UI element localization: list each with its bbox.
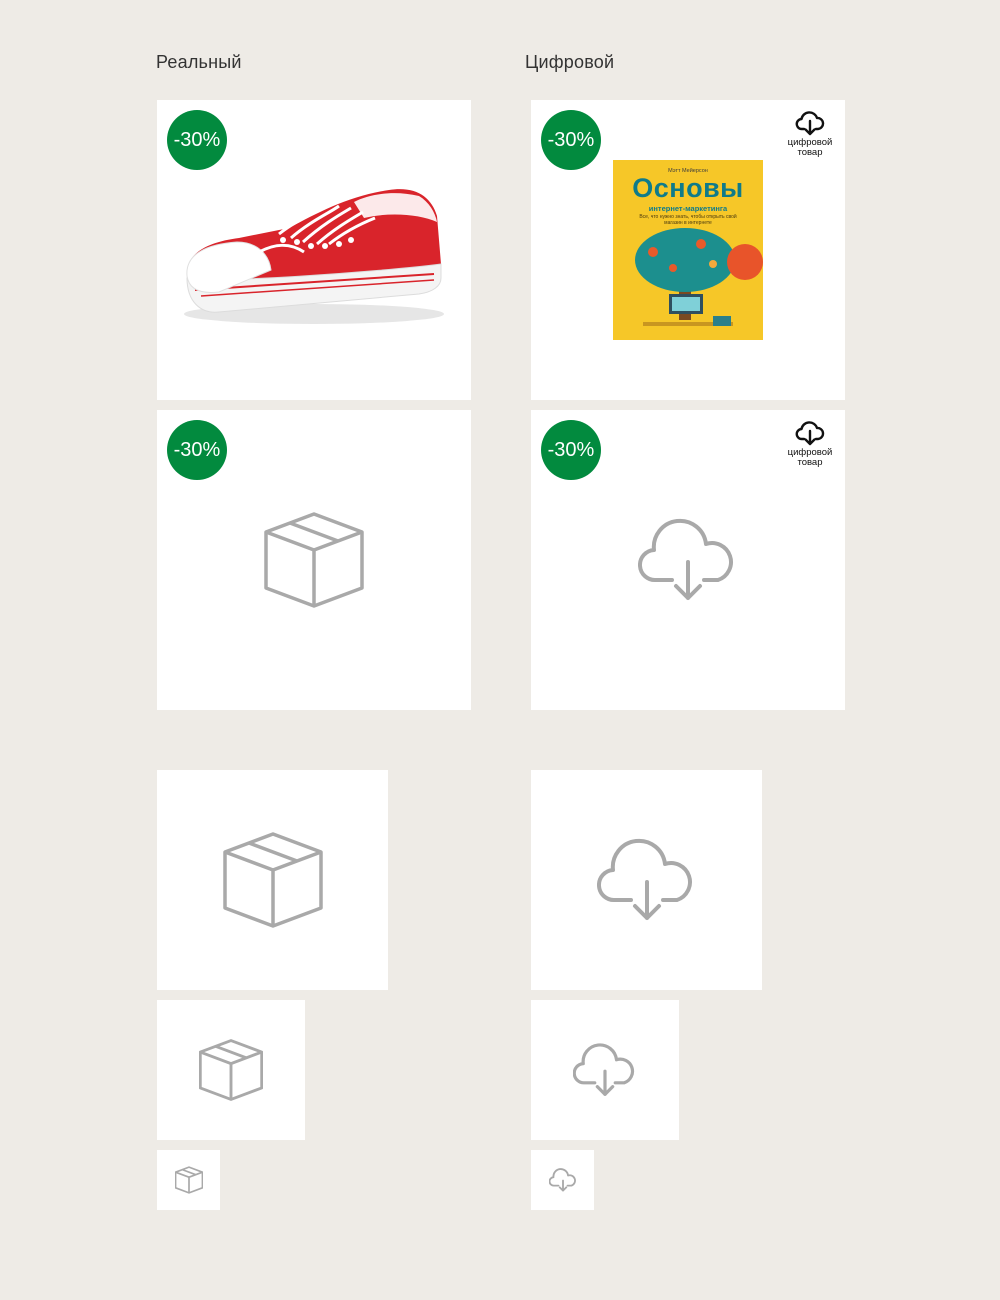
cloud-download-icon xyxy=(596,838,692,920)
cloud-download-icon xyxy=(573,1043,635,1096)
cloud-download-icon xyxy=(638,518,733,600)
cloud-download-icon xyxy=(795,111,825,136)
cloud-download-icon xyxy=(795,421,825,446)
discount-badge: -30% xyxy=(541,110,601,170)
product-card-digital-photo[interactable]: Мэтт Мейерсон Основы интернет-маркетинга… xyxy=(531,100,845,400)
digital-tag-line2: товар xyxy=(797,147,823,158)
product-card-real-photo[interactable]: -30% xyxy=(157,100,471,400)
column-title-digital: Цифровой xyxy=(525,52,615,72)
product-card-digital-placeholder[interactable]: -30% цифровой товар xyxy=(531,410,845,710)
book-subtitle: интернет-маркетинга xyxy=(648,204,728,213)
discount-badge: -30% xyxy=(167,420,227,480)
box-icon xyxy=(199,1039,263,1101)
discount-badge: -30% xyxy=(167,110,227,170)
placeholder-digital-medium xyxy=(531,770,762,990)
box-icon xyxy=(222,832,323,928)
box-icon xyxy=(174,1166,203,1194)
digital-tag-line2: товар xyxy=(797,457,823,468)
digital-product-tag: цифровой товар xyxy=(783,420,837,468)
red-sneaker-image xyxy=(184,189,444,324)
book-illustration-tree xyxy=(635,228,763,326)
placeholder-real-medium xyxy=(157,770,388,990)
placeholder-real-tiny xyxy=(157,1150,220,1210)
book-title: Основы xyxy=(632,173,744,203)
box-icon xyxy=(264,512,364,608)
product-card-real-placeholder[interactable]: -30% xyxy=(157,410,471,710)
book-cover-image: Мэтт Мейерсон Основы интернет-маркетинга… xyxy=(613,160,763,340)
discount-badge: -30% xyxy=(541,420,601,480)
column-title-real: Реальный xyxy=(156,52,242,72)
placeholder-real-small xyxy=(157,1000,305,1140)
placeholder-digital-small xyxy=(531,1000,679,1140)
digital-product-tag: цифровой товар xyxy=(783,110,837,158)
placeholder-digital-tiny xyxy=(531,1150,594,1210)
cloud-download-icon xyxy=(548,1168,576,1192)
